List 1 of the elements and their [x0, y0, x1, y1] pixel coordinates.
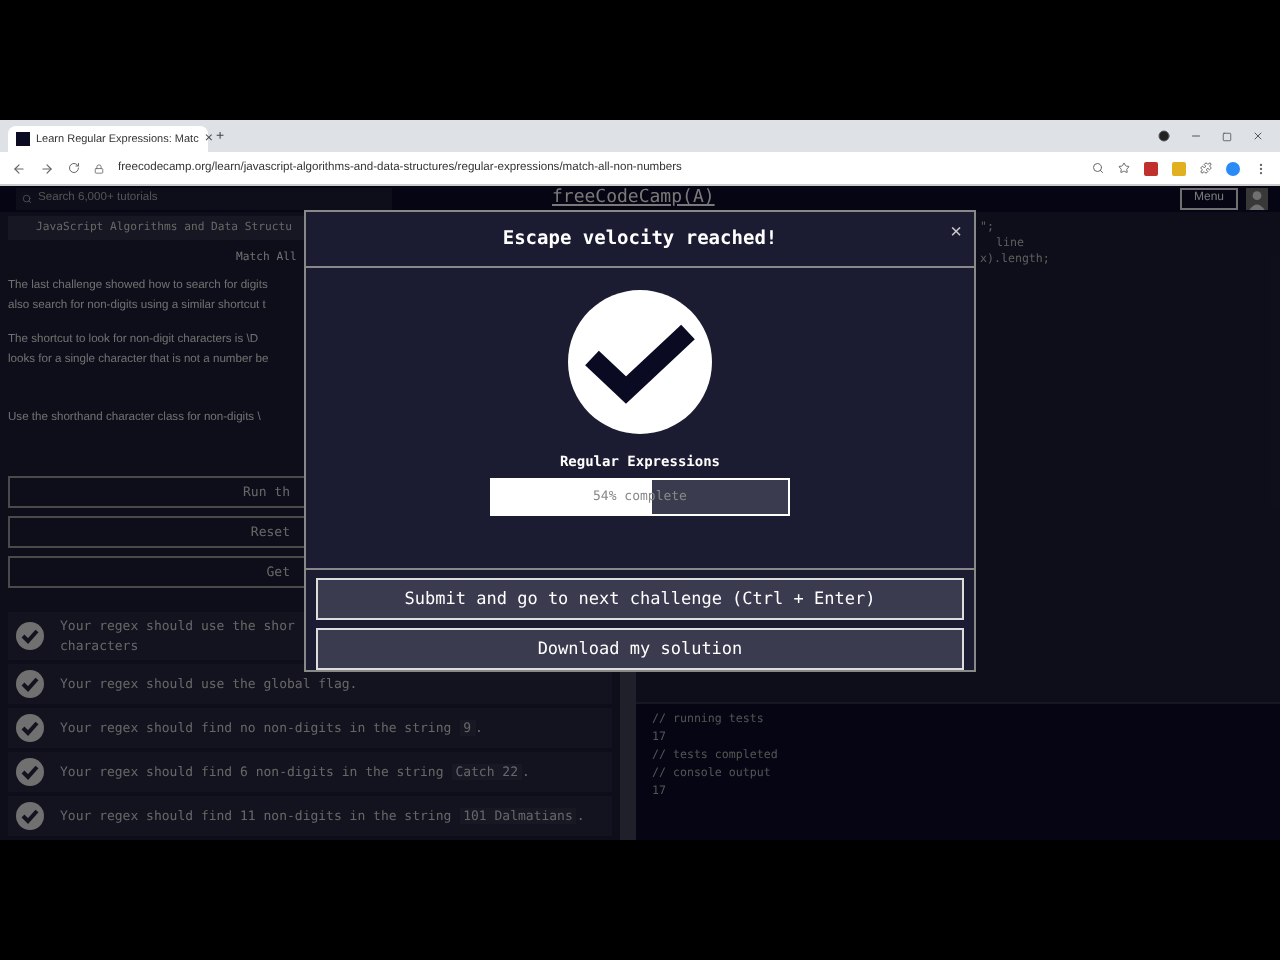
- dialog-title: Escape velocity reached!: [502, 228, 778, 250]
